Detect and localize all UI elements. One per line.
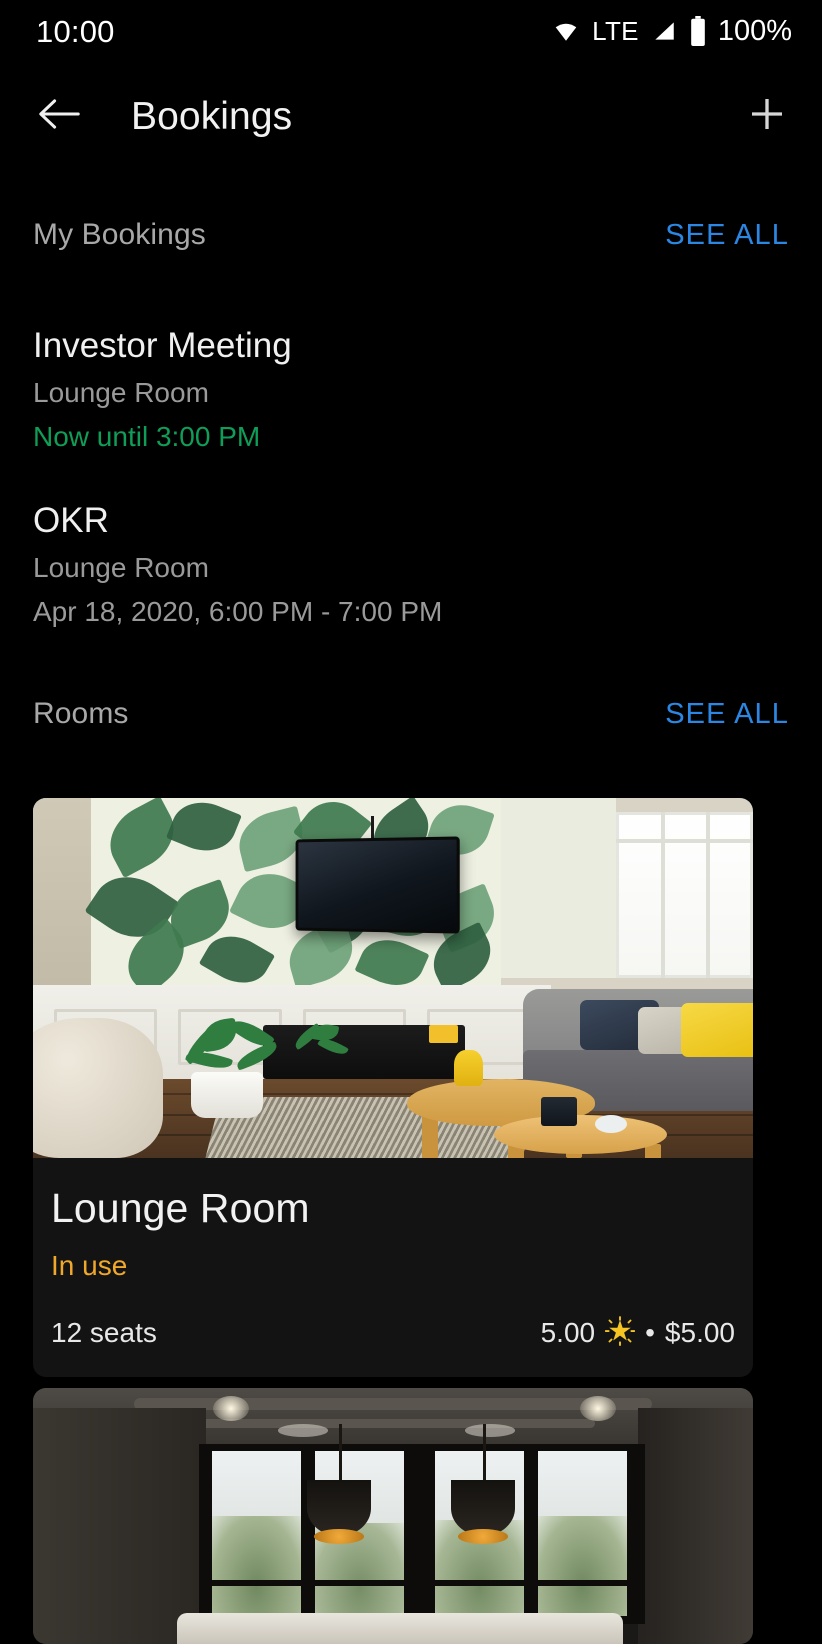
- booking-time: Apr 18, 2020, 6:00 PM - 7:00 PM: [33, 596, 443, 628]
- booking-title: OKR: [33, 501, 109, 540]
- app-bar: Bookings: [0, 62, 822, 170]
- wifi-icon: [551, 18, 581, 44]
- room-rating-value: 5.00: [540, 1317, 596, 1349]
- lounge-room-photo: [33, 798, 753, 1158]
- booking-time: Now until 3:00 PM: [33, 421, 261, 453]
- status-bar-indicators: LTE 100%: [551, 15, 792, 48]
- booking-room: Lounge Room: [33, 552, 209, 584]
- signal-icon: [650, 18, 678, 44]
- battery-percentage-label: 100%: [717, 14, 792, 47]
- add-booking-button[interactable]: [738, 87, 796, 145]
- back-arrow-icon: [38, 97, 80, 136]
- room-card-body: Lounge Room In use 12 seats 5.00 • $5.00: [33, 1158, 753, 1377]
- room-card[interactable]: [33, 1388, 753, 1644]
- room-seats: 12 seats: [51, 1317, 157, 1349]
- my-bookings-see-all-link[interactable]: SEE ALL: [665, 219, 789, 252]
- booking-list-item[interactable]: OKR Lounge Room Apr 18, 2020, 6:00 PM - …: [33, 500, 789, 628]
- room-meta-row: 12 seats 5.00 • $5.00: [51, 1315, 735, 1351]
- booking-room: Lounge Room: [33, 377, 209, 409]
- rooms-see-all-link[interactable]: SEE ALL: [665, 698, 789, 731]
- meeting-room-photo: [33, 1388, 753, 1644]
- booking-list-item[interactable]: Investor Meeting Lounge Room Now until 3…: [33, 325, 789, 453]
- room-rating-price: 5.00 • $5.00: [540, 1315, 735, 1351]
- room-name: Lounge Room: [51, 1185, 310, 1231]
- plus-icon: [747, 94, 787, 139]
- booking-title: Investor Meeting: [33, 326, 292, 365]
- screen-root: 10:00 LTE 100% Bookings My Bookings SEE …: [0, 0, 822, 1644]
- star-icon: [604, 1315, 636, 1351]
- page-title: Bookings: [131, 94, 293, 138]
- room-card[interactable]: Lounge Room In use 12 seats 5.00 • $5.00: [33, 798, 753, 1377]
- back-button[interactable]: [30, 87, 88, 145]
- my-bookings-title: My Bookings: [33, 218, 206, 251]
- rooms-section-header: Rooms SEE ALL: [0, 697, 822, 731]
- my-bookings-section-header: My Bookings SEE ALL: [0, 218, 822, 252]
- room-status-badge: In use: [51, 1250, 128, 1282]
- rating-price-separator: •: [645, 1317, 655, 1349]
- battery-icon: [689, 16, 707, 46]
- status-bar-clock: 10:00: [36, 13, 115, 49]
- network-type-label: LTE: [592, 15, 639, 46]
- room-price: $5.00: [664, 1317, 735, 1349]
- rooms-title: Rooms: [33, 697, 129, 730]
- status-bar: 10:00 LTE 100%: [0, 0, 822, 62]
